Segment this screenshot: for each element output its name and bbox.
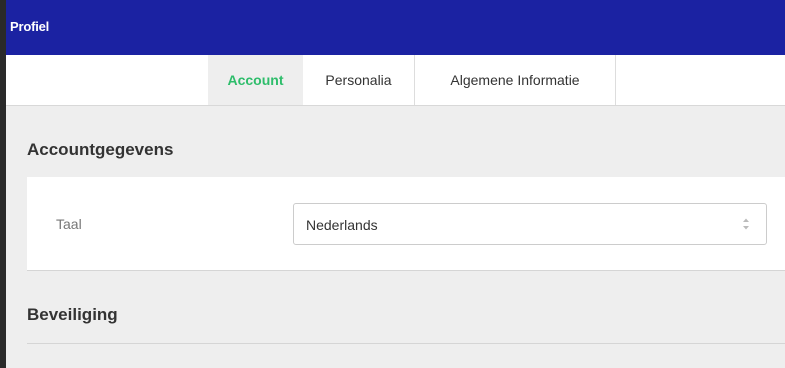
tab-algemene-informatie[interactable]: Algemene Informatie <box>415 55 616 105</box>
language-label: Taal <box>56 216 82 232</box>
section-divider <box>27 343 785 344</box>
header-bar: Profiel <box>6 0 785 55</box>
page-title: Profiel <box>10 19 50 34</box>
tab-account[interactable]: Account <box>208 55 303 105</box>
tab-bar: Account Personalia Algemene Informatie <box>6 55 785 106</box>
language-select[interactable]: Nederlands <box>293 203 767 245</box>
section-title-account: Accountgegevens <box>27 140 174 159</box>
app-window: Profiel Account Personalia Algemene Info… <box>0 0 785 368</box>
section-title-security: Beveiliging <box>27 305 118 324</box>
sort-arrows-icon <box>743 218 749 230</box>
language-select-value: Nederlands <box>306 217 378 233</box>
account-card: Taal Nederlands <box>27 177 785 271</box>
tab-personalia[interactable]: Personalia <box>303 55 415 105</box>
